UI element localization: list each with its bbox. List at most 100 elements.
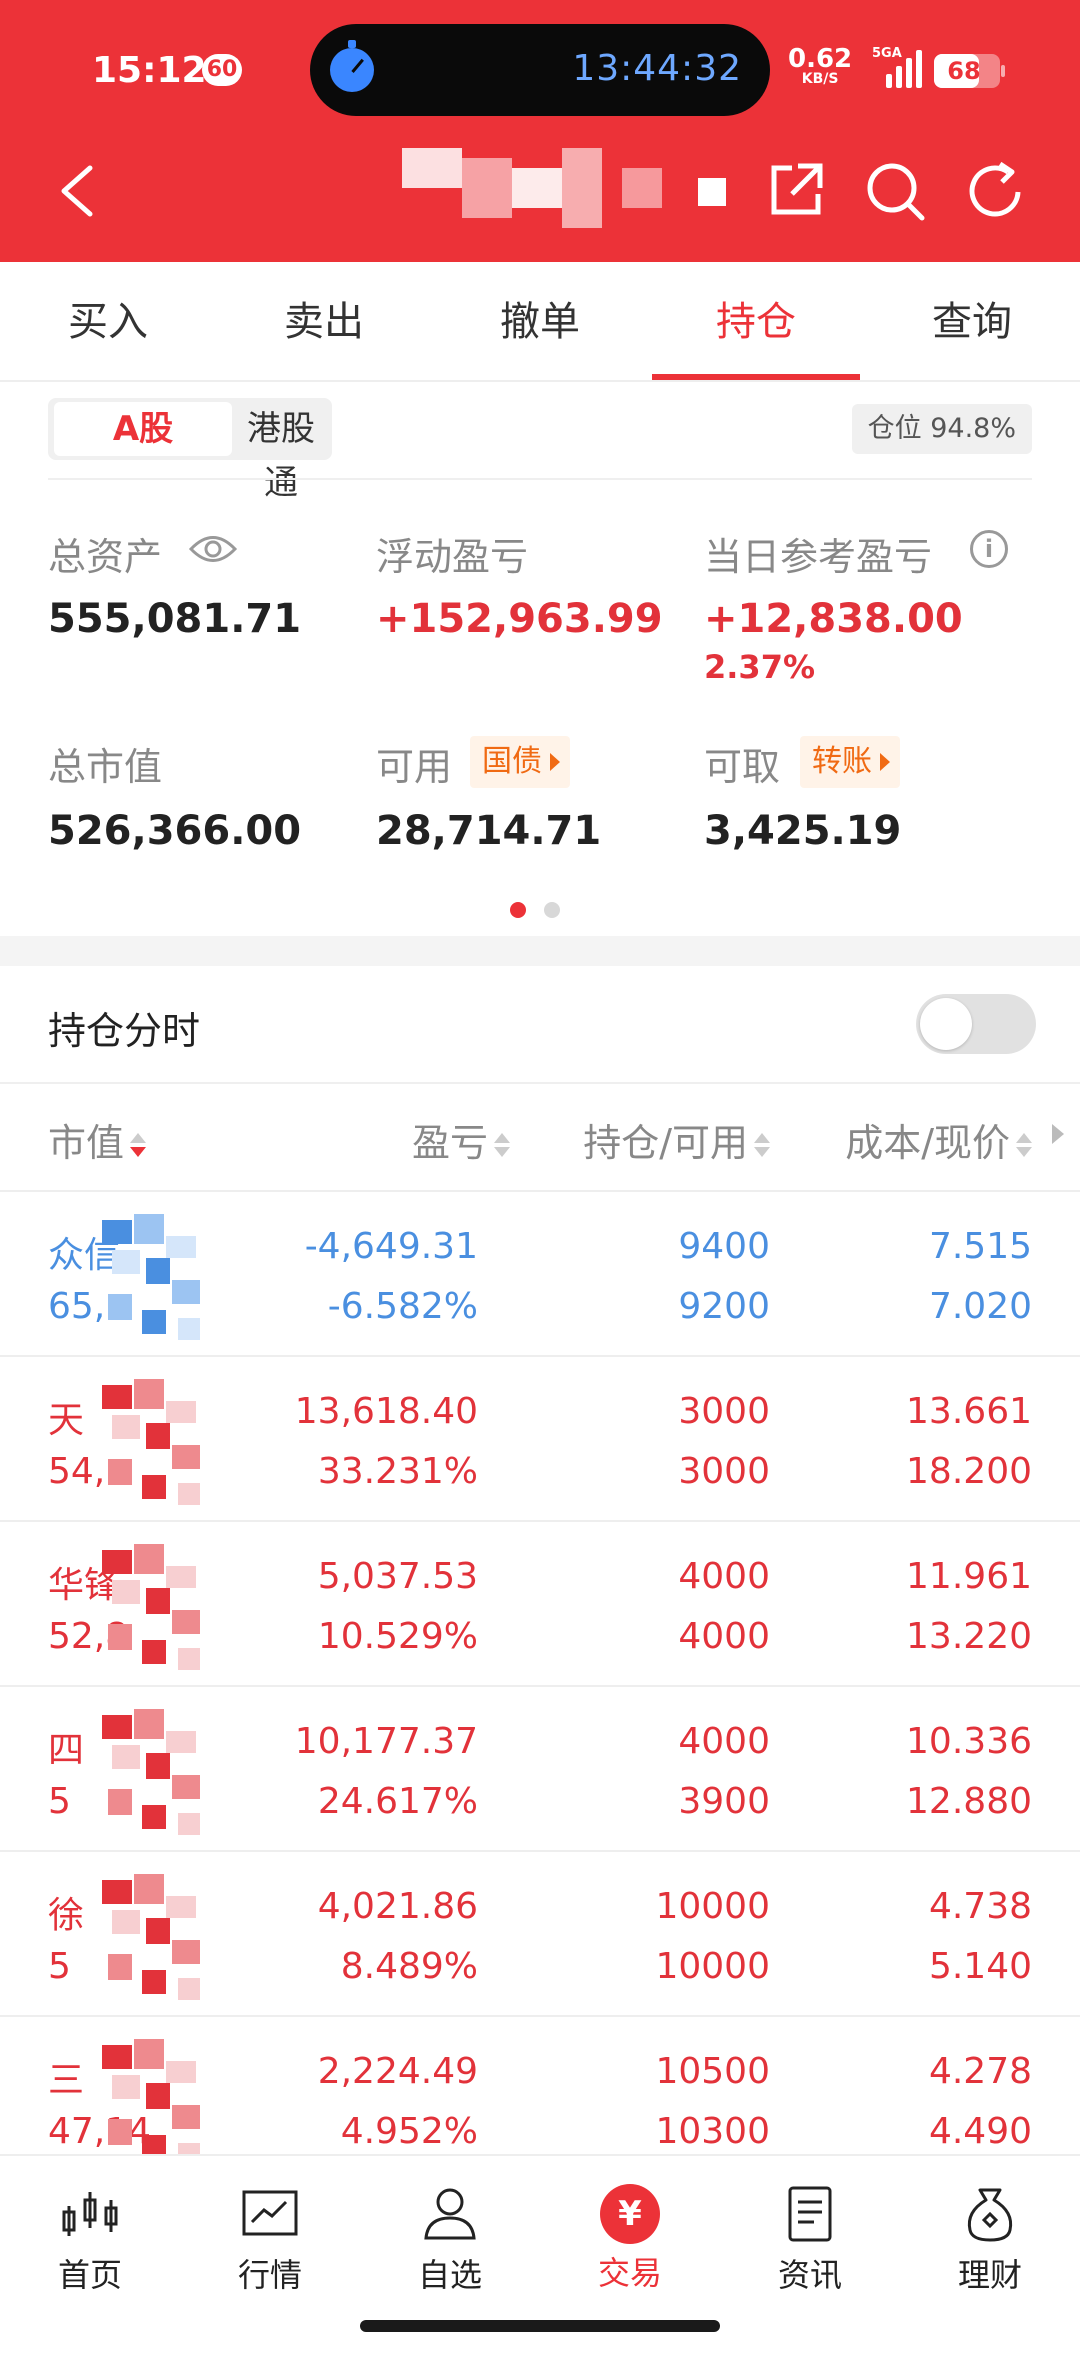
column-market-value-label: 市值: [48, 1121, 125, 1165]
toggle-knob: [920, 998, 972, 1050]
holdings-timeshare-toggle[interactable]: [916, 994, 1036, 1054]
status-time: 15:12: [92, 50, 207, 91]
holding-quantity: 4000: [678, 1556, 770, 1597]
nav-wealth[interactable]: 理财: [920, 2182, 1060, 2296]
holding-cost: 11.961: [906, 1556, 1032, 1597]
back-button[interactable]: [56, 164, 96, 218]
segment-hk-connect[interactable]: 港股通: [234, 402, 328, 503]
column-pl[interactable]: 盈亏: [412, 1112, 510, 1167]
holding-pl: -4,649.31: [304, 1226, 478, 1267]
candlestick-icon: [62, 2192, 118, 2236]
tab-cancel-order[interactable]: 撤单: [432, 262, 648, 380]
info-icon[interactable]: i: [970, 530, 1008, 568]
holding-market-value: 5: [48, 1946, 71, 1987]
holding-price: 5.140: [928, 1946, 1032, 1987]
holding-pl: 13,618.40: [294, 1391, 478, 1432]
holdings-timeshare-label: 持仓分时: [48, 1009, 201, 1053]
holding-pl: 4,021.86: [317, 1886, 478, 1927]
nav-market-label: 行情: [237, 2256, 302, 2294]
holding-available: 3000: [678, 1451, 770, 1492]
name-mosaic: [102, 1540, 222, 1680]
transfer-button[interactable]: 转账: [800, 736, 900, 788]
nav-wealth-label: 理财: [957, 2256, 1022, 2294]
page-dot-active: [510, 902, 526, 918]
available-label: 可用: [376, 745, 453, 789]
holding-market-value: 54,: [48, 1451, 106, 1492]
nav-market[interactable]: 行情: [200, 2182, 340, 2296]
tab-sell[interactable]: 卖出: [216, 262, 432, 380]
account-name-mosaic: [402, 148, 732, 232]
position-ratio-badge: 仓位 94.8%: [851, 404, 1032, 454]
holding-available: 4000: [678, 1616, 770, 1657]
refresh-icon[interactable]: [962, 158, 1028, 224]
tab-buy[interactable]: 买入: [0, 262, 216, 380]
name-mosaic: [102, 1375, 222, 1515]
column-pl-label: 盈亏: [411, 1121, 488, 1165]
nav-news[interactable]: 资讯: [740, 2182, 880, 2296]
share-icon[interactable]: [762, 158, 828, 224]
holding-available: 10300: [655, 2111, 770, 2152]
yuan-icon: ¥: [600, 2184, 660, 2244]
daily-pl-percent: 2.37%: [704, 648, 816, 686]
market-value-label: 总市值: [48, 745, 163, 789]
tab-positions[interactable]: 持仓: [648, 262, 864, 380]
nav-home-label: 首页: [57, 2256, 122, 2294]
holding-cost: 13.661: [906, 1391, 1032, 1432]
nav-trade[interactable]: ¥ 交易: [560, 2182, 700, 2294]
holding-price: 13.220: [906, 1616, 1032, 1657]
total-assets-value: 555,081.71: [48, 596, 302, 642]
floating-pl-label: 浮动盈亏: [376, 535, 529, 579]
column-cost[interactable]: 成本/现价: [845, 1112, 1032, 1167]
holding-available: 9200: [678, 1286, 770, 1327]
holding-market-value: 5: [48, 1781, 71, 1822]
nav-watchlist[interactable]: 自选: [380, 2182, 520, 2296]
battery-level: 68: [947, 57, 981, 85]
holding-price: 12.880: [906, 1781, 1032, 1822]
name-mosaic: [102, 1870, 222, 2010]
nav-watchlist-label: 自选: [417, 2256, 482, 2294]
holding-pl: 2,224.49: [317, 2051, 478, 2092]
column-position[interactable]: 持仓/可用: [583, 1112, 770, 1167]
search-icon[interactable]: [862, 158, 928, 224]
segment-a-share[interactable]: A股: [54, 402, 232, 456]
nav-home[interactable]: 首页: [20, 2182, 160, 2296]
dynamic-island-stopwatch[interactable]: 13:44:32: [310, 24, 770, 116]
holding-row[interactable]: 华锋 52,8 5,037.53 10.529% 4000 4000 11.961 13.22…: [0, 1520, 1080, 1685]
column-position-label: 持仓/可用: [583, 1121, 748, 1165]
holding-pl: 10,177.37: [294, 1721, 478, 1762]
holding-row[interactable]: 四 5 10,177.37 24.617% 4000 3900 10.336 12.880: [0, 1685, 1080, 1850]
tab-query[interactable]: 查询: [864, 262, 1080, 380]
chart-icon: [242, 2190, 298, 2236]
holding-quantity: 10000: [655, 1886, 770, 1927]
holding-price: 4.490: [928, 2111, 1032, 2152]
home-indicator[interactable]: [360, 2320, 720, 2332]
holding-price: 7.020: [928, 1286, 1032, 1327]
money-bag-icon: [967, 2188, 1013, 2242]
network-speed: 0.62 KB/S: [788, 46, 852, 86]
holding-pl-percent: 24.617%: [317, 1781, 478, 1822]
holding-pl-percent: 8.489%: [340, 1946, 478, 1987]
bond-button[interactable]: 国债: [470, 736, 570, 788]
floating-pl-value: +152,963.99: [376, 596, 663, 642]
holding-row[interactable]: 天 54, 13,618.40 33.231% 3000 3000 13.661 18.200: [0, 1355, 1080, 1520]
holding-row[interactable]: 众信 65, -4,649.31 -6.582% 9400 9200 7.515 7.020: [0, 1190, 1080, 1355]
scroll-right-icon[interactable]: [1052, 1124, 1064, 1144]
section-gap: [0, 936, 1080, 966]
daily-pl-value: +12,838.00 2.37%: [704, 596, 1080, 688]
available-value: 28,714.71: [376, 808, 602, 854]
holding-pl-percent: 4.952%: [340, 2111, 478, 2152]
signal-icon: 5GA: [872, 46, 924, 88]
holding-name: 三: [48, 2060, 85, 2101]
withdrawable-value: 3,425.19: [704, 808, 902, 854]
notification-badge: 60: [202, 54, 242, 86]
column-market-value[interactable]: 市值: [48, 1112, 147, 1167]
holding-name: 天: [48, 1400, 85, 1441]
sort-icon: [754, 1131, 770, 1161]
holding-quantity: 4000: [678, 1721, 770, 1762]
eye-icon[interactable]: [188, 532, 238, 566]
holding-quantity: 9400: [678, 1226, 770, 1267]
holding-quantity: 3000: [678, 1391, 770, 1432]
holding-row[interactable]: 徐 5 4,021.86 8.489% 10000 10000 4.738 5.140: [0, 1850, 1080, 2015]
signal-label: 5GA: [872, 46, 902, 61]
daily-pl-label: 当日参考盈亏: [704, 535, 933, 579]
